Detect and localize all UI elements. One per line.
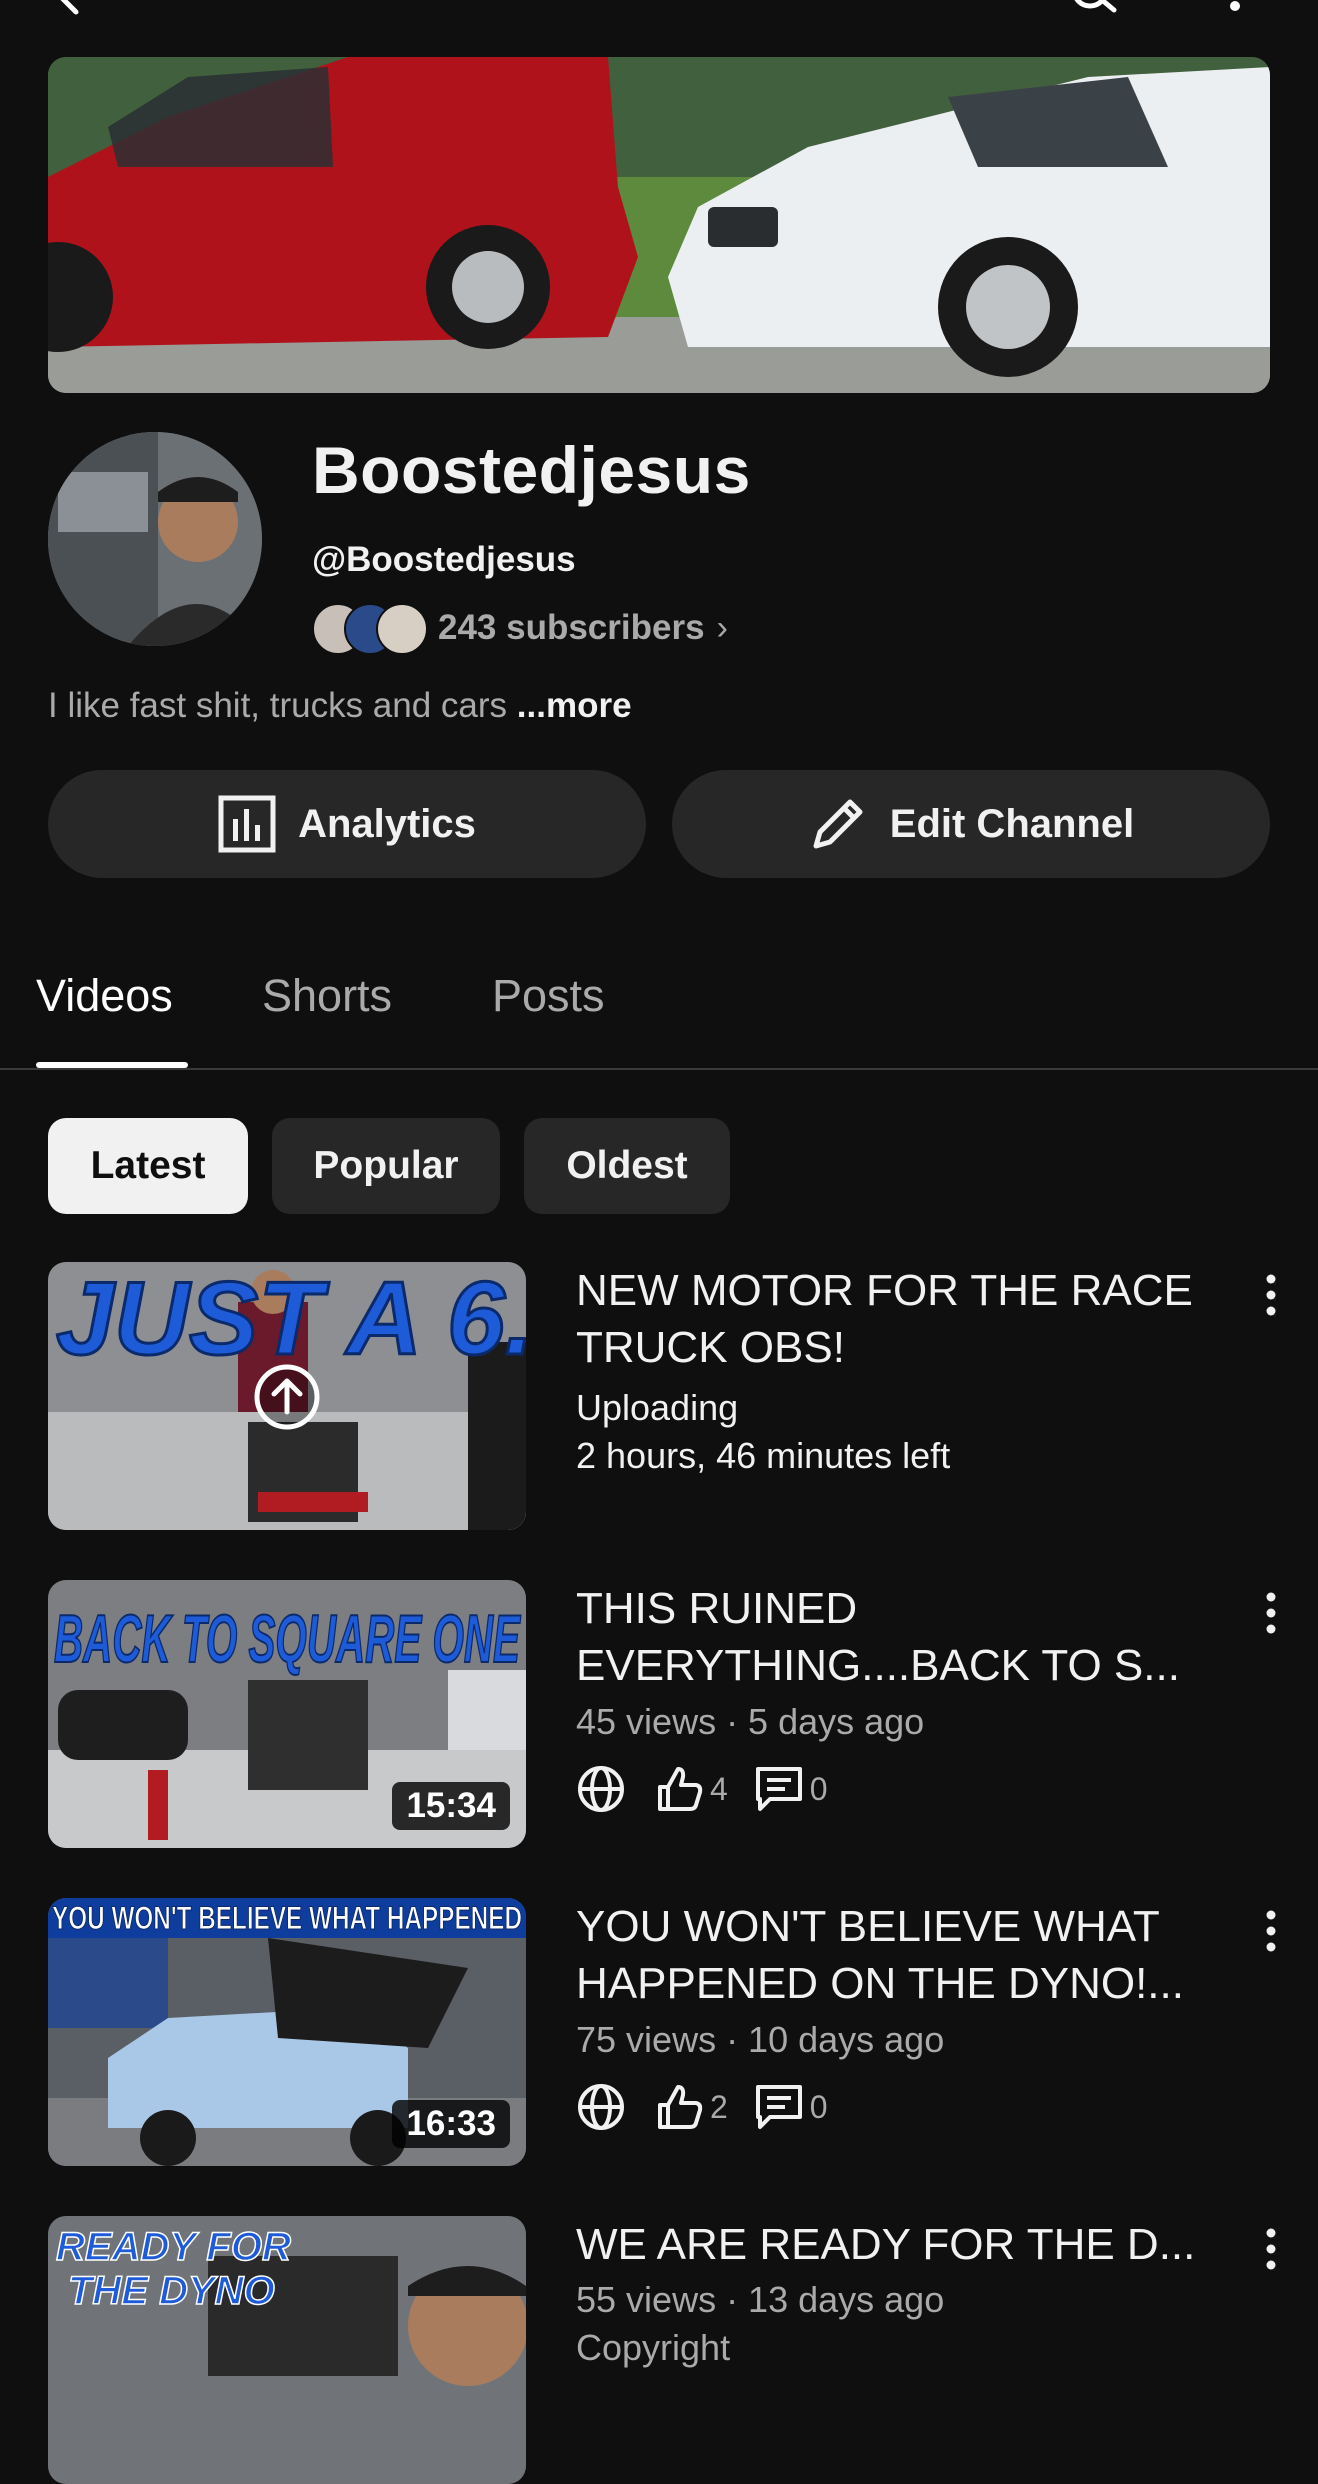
channel-name: Boostedjesus (312, 433, 751, 507)
more-vert-icon[interactable] (1256, 2224, 1286, 2274)
analytics-icon (218, 795, 276, 853)
comment-icon (755, 2085, 802, 2129)
video-thumbnail[interactable]: JUST A 6.0 (48, 1262, 526, 1530)
video-duration: 16:33 (392, 2100, 510, 2148)
thumbs-up-icon (658, 2085, 703, 2129)
like-count: 4 (710, 1770, 728, 1807)
tab-videos[interactable]: Videos (36, 970, 173, 1022)
more-vert-icon[interactable] (1256, 1906, 1286, 1956)
video-thumbnail[interactable]: READY FOR THE DYNO (48, 2216, 526, 2484)
channel-avatar[interactable] (48, 432, 262, 646)
video-thumbnail[interactable]: YOU WON'T BELIEVE WHAT HAPPENED 16:33 (48, 1898, 526, 2166)
more-vert-icon[interactable] (1256, 1270, 1286, 1320)
channel-handle: @Boostedjesus (312, 540, 576, 579)
globe-icon (578, 2084, 624, 2130)
comment-icon (755, 1767, 802, 1811)
like-count: 2 (710, 2088, 728, 2125)
video-title[interactable]: NEW MOTOR FOR THE RACE TRUCK OBS! (576, 1262, 1236, 1376)
comment-count: 0 (809, 1770, 828, 1807)
video-title[interactable]: YOU WON'T BELIEVE WHAT HAPPENED ON THE D… (576, 1898, 1236, 2012)
comment-count: 0 (809, 2088, 828, 2125)
description-text: I like fast shit, trucks and cars (48, 686, 508, 725)
more-vert-icon[interactable] (1220, 0, 1250, 20)
video-item[interactable]: JUST A 6.0 NEW MOTOR FOR THE RACE TRUCK … (0, 1262, 1318, 1542)
edit-channel-button[interactable]: Edit Channel (672, 770, 1270, 878)
channel-tabs: Videos Shorts Posts (0, 940, 1318, 1070)
analytics-label: Analytics (298, 801, 476, 846)
pencil-icon (813, 799, 863, 849)
upload-status: Uploading (576, 1387, 739, 1428)
chevron-right-icon: › (716, 608, 728, 647)
subscriber-avatar (376, 603, 428, 655)
video-meta: 75 views · 10 days ago (576, 2019, 945, 2060)
video-item[interactable]: YOU WON'T BELIEVE WHAT HAPPENED 16:33 YO… (0, 1898, 1318, 2178)
chip-latest[interactable]: Latest (48, 1118, 248, 1214)
video-extra-status: Copyright (576, 2327, 731, 2368)
active-tab-indicator (36, 1062, 188, 1068)
channel-description[interactable]: I like fast shit, trucks and cars ...mor… (48, 686, 632, 726)
more-link[interactable]: ...more (517, 686, 632, 725)
channel-banner (48, 57, 1270, 393)
thumbnail-title-text: BACK TO SQUARE ONE (54, 1601, 522, 1677)
tab-shorts[interactable]: Shorts (262, 970, 392, 1022)
video-item[interactable]: BACK TO SQUARE ONE 15:34 THIS RUINED EVE… (0, 1580, 1318, 1860)
thumbs-up-icon (658, 1767, 703, 1811)
video-title[interactable]: WE ARE READY FOR THE D... (576, 2216, 1236, 2273)
tab-posts[interactable]: Posts (492, 970, 605, 1022)
video-stats: 2 0 (576, 2082, 854, 2132)
subscribers-row[interactable]: 243 subscribers › (312, 598, 728, 658)
upload-time-left: 2 hours, 46 minutes left (576, 1435, 951, 1476)
more-vert-icon[interactable] (1256, 1588, 1286, 1638)
back-arrow-icon[interactable] (50, 0, 90, 26)
search-icon[interactable] (1068, 0, 1118, 22)
video-thumbnail[interactable]: BACK TO SQUARE ONE 15:34 (48, 1580, 526, 1848)
edit-channel-label: Edit Channel (889, 801, 1135, 846)
thumbnail-title-text: READY FOR (56, 2225, 291, 2269)
thumbnail-title-text: YOU WON'T BELIEVE WHAT HAPPENED (52, 1900, 522, 1936)
thumbnail-title-text: JUST A 6.0 (56, 1262, 526, 1377)
chip-popular[interactable]: Popular (272, 1118, 500, 1214)
chip-oldest[interactable]: Oldest (524, 1118, 730, 1214)
video-meta: 55 views · 13 days ago (576, 2279, 945, 2320)
thumbnail-title-text: THE DYNO (68, 2269, 275, 2313)
globe-icon (578, 1766, 624, 1812)
subscriber-count: 243 subscribers (438, 608, 705, 647)
video-duration: 15:34 (392, 1782, 510, 1830)
video-title[interactable]: THIS RUINED EVERYTHING....BACK TO S... (576, 1580, 1236, 1694)
subscriber-avatars (312, 601, 428, 655)
top-bar (0, 0, 1318, 40)
video-stats: 4 0 (576, 1764, 854, 1814)
analytics-button[interactable]: Analytics (48, 770, 646, 878)
video-item[interactable]: READY FOR THE DYNO WE ARE READY FOR THE … (0, 2216, 1318, 2484)
video-meta: 45 views · 5 days ago (576, 1701, 925, 1742)
